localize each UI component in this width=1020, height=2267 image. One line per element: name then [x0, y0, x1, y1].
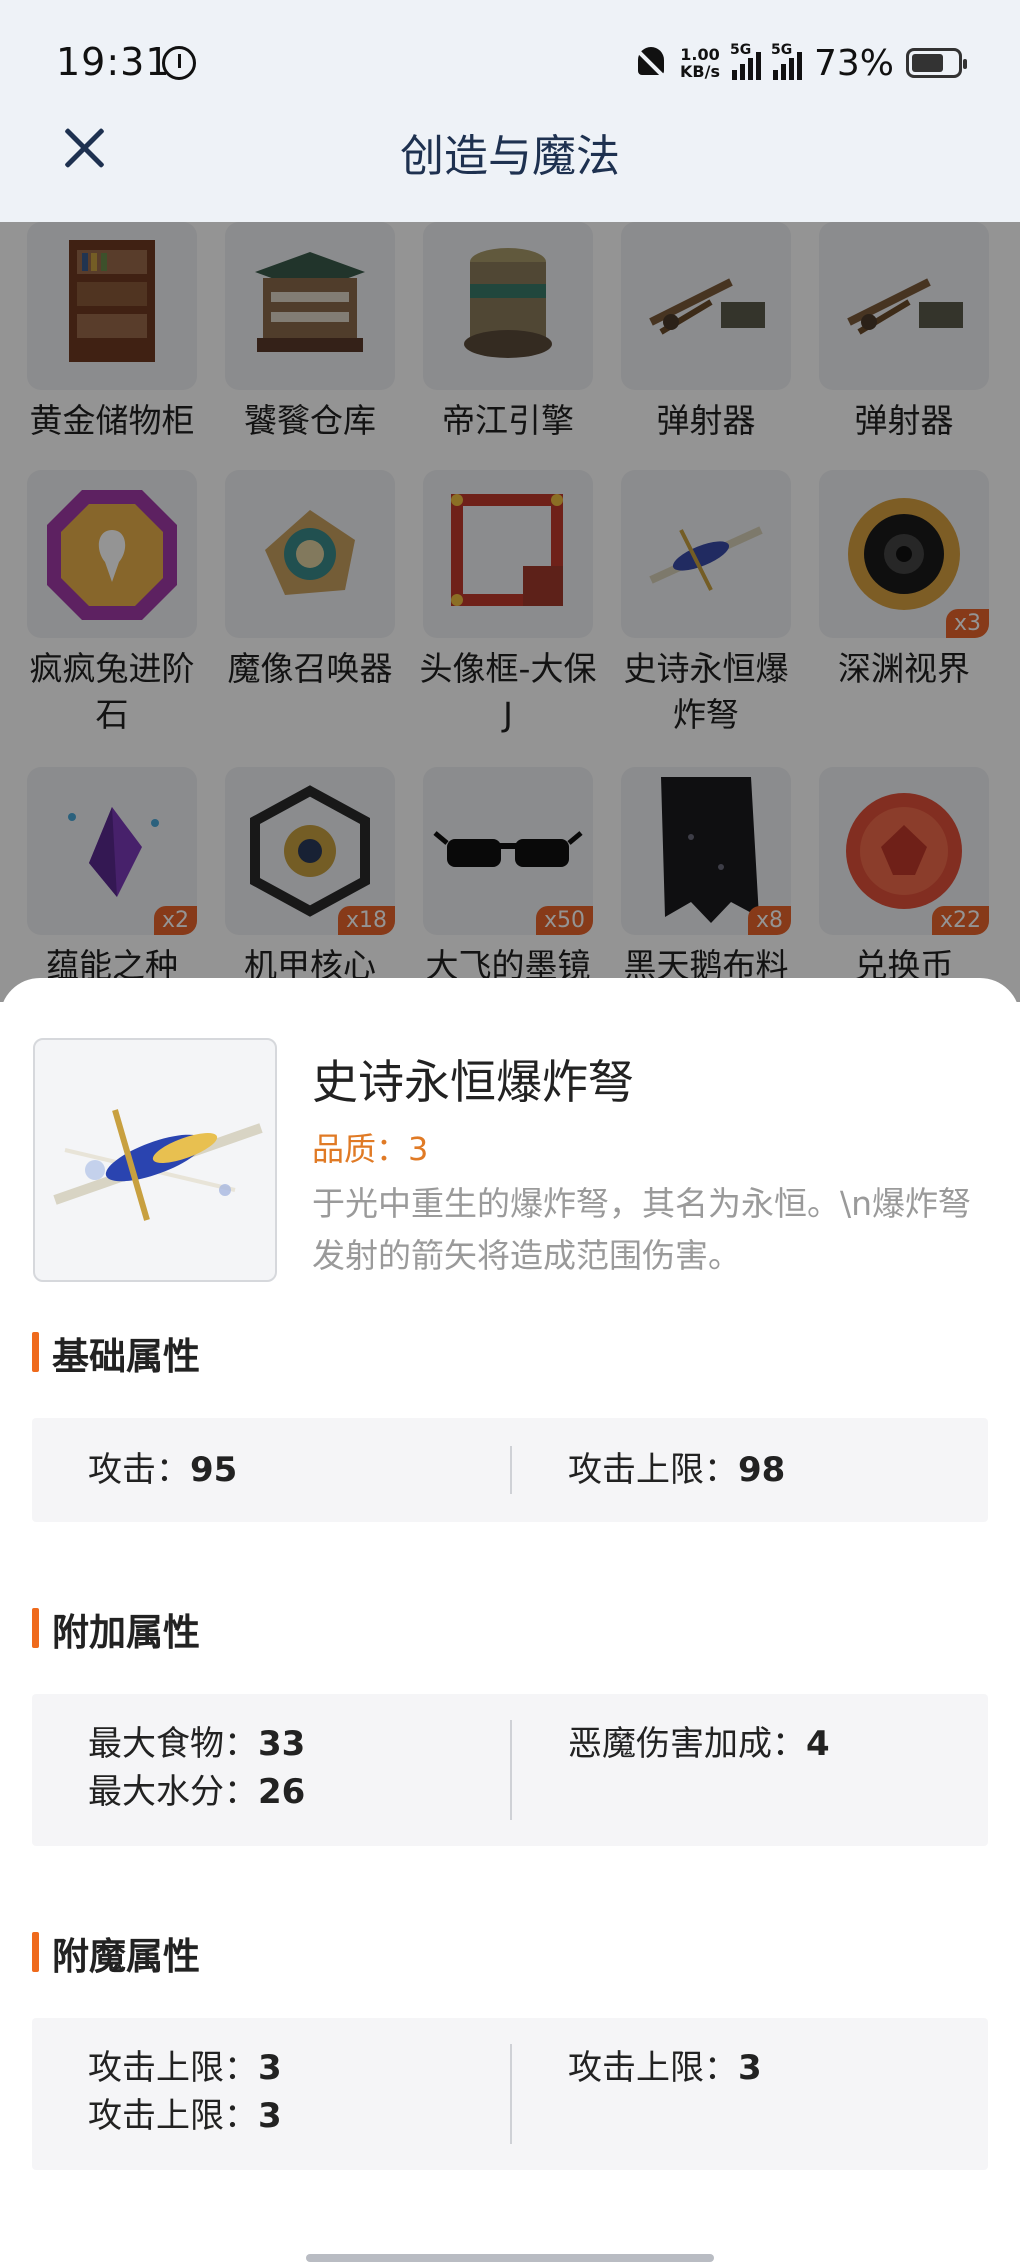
- attribute-row: 恶魔伤害加成：4: [568, 1720, 988, 1768]
- battery-percent: 73%: [813, 42, 894, 84]
- attribute-value: 95: [190, 1450, 238, 1490]
- base-attributes-right: 攻击上限：98: [510, 1446, 988, 1494]
- attribute-label: 恶魔伤害加成：: [568, 1724, 806, 1764]
- attribute-label: 攻击上限：: [88, 2096, 258, 2136]
- attribute-row: 最大食物：33: [88, 1720, 510, 1768]
- status-time: 19:31: [56, 40, 171, 84]
- attribute-row: 攻击上限：3: [88, 2044, 510, 2092]
- network-speed-unit: KB/s: [680, 62, 720, 81]
- attribute-label: 攻击上限：: [88, 2048, 258, 2088]
- attribute-row: 攻击上限：3: [568, 2044, 988, 2092]
- attribute-value: 33: [258, 1724, 306, 1764]
- attribute-label: 攻击：: [88, 1450, 190, 1490]
- alarm-clock-icon: [162, 46, 196, 80]
- dim-overlay[interactable]: [0, 222, 1020, 1002]
- attribute-label: 最大食物：: [88, 1724, 258, 1764]
- mute-bell-icon: [634, 45, 668, 81]
- home-indicator[interactable]: [306, 2254, 714, 2262]
- attribute-row: 攻击上限：98: [568, 1446, 988, 1494]
- network-speed-value: 1.00: [680, 45, 720, 64]
- item-detail-sheet: 史诗永恒爆炸弩 品质：3 于光中重生的爆炸弩，其名为永恒。\n爆炸弩发射的箭矢将…: [0, 978, 1020, 2267]
- attribute-row: 攻击：95: [88, 1446, 510, 1494]
- item-description: 于光中重生的爆炸弩，其名为永恒。\n爆炸弩发射的箭矢将造成范围伤害。: [312, 1184, 972, 1275]
- item-quality: 品质：3: [312, 1124, 428, 1170]
- attribute-row: 攻击上限：3: [88, 2092, 510, 2140]
- status-right-group: 1.00 KB/s 5G 5G 73%: [634, 40, 967, 86]
- signal-2-label: 5G: [770, 42, 793, 58]
- attribute-label: 攻击上限：: [568, 1450, 738, 1490]
- attribute-row: 最大水分：26: [88, 1768, 510, 1816]
- item-detail-title: 史诗永恒爆炸弩: [312, 1055, 634, 1109]
- quality-value: 3: [408, 1130, 429, 1168]
- quality-label: 品质：: [312, 1130, 409, 1168]
- signal-5g-1-icon: 5G: [730, 42, 761, 80]
- network-speed: 1.00 KB/s: [680, 46, 720, 80]
- base-attributes-left: 攻击：95: [32, 1418, 510, 1522]
- status-bar: 19:31 1.00 KB/s 5G 5G 73%: [0, 0, 1020, 120]
- page-title: 创造与魔法: [400, 131, 620, 182]
- base-attributes-box: 攻击：95 攻击上限：98: [32, 1418, 988, 1522]
- enchant-attributes-left: 攻击上限：3 攻击上限：3: [32, 2018, 510, 2170]
- enchant-attributes-box: 攻击上限：3 攻击上限：3 攻击上限：3: [32, 2018, 988, 2170]
- battery-icon: [906, 48, 967, 78]
- attribute-value: 3: [258, 2048, 282, 2088]
- item-detail-thumbnail: [33, 1038, 277, 1282]
- nav-header: 创造与魔法: [0, 110, 1020, 222]
- attribute-label: 最大水分：: [88, 1772, 258, 1812]
- enchant-attributes-right: 攻击上限：3: [510, 2044, 988, 2144]
- extra-attributes-box: 最大食物：33 最大水分：26 恶魔伤害加成：4: [32, 1694, 988, 1846]
- extra-attributes-left: 最大食物：33 最大水分：26: [32, 1694, 510, 1846]
- attribute-label: 攻击上限：: [568, 2048, 738, 2088]
- extra-attributes-right: 恶魔伤害加成：4: [510, 1720, 988, 1820]
- section-heading-extra: 附加属性: [32, 1602, 200, 1656]
- attribute-value: 3: [258, 2096, 282, 2136]
- signal-5g-2-icon: 5G: [771, 42, 802, 80]
- attribute-value: 26: [258, 1772, 306, 1812]
- attribute-value: 4: [806, 1724, 830, 1764]
- attribute-value: 98: [738, 1450, 786, 1490]
- section-heading-base: 基础属性: [32, 1326, 200, 1380]
- attribute-value: 3: [738, 2048, 762, 2088]
- section-heading-enchant: 附魔属性: [32, 1926, 200, 1980]
- signal-1-label: 5G: [729, 42, 752, 58]
